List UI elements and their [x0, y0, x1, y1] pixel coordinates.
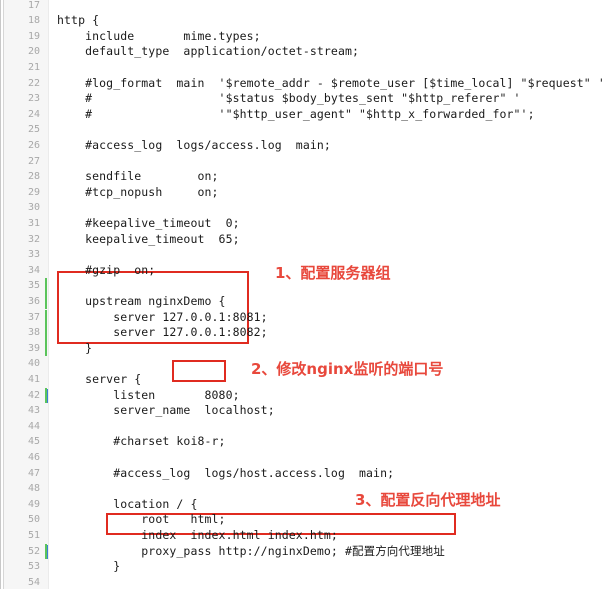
line-number: 54: [27, 576, 40, 588]
code-line[interactable]: include mime.types;: [57, 29, 261, 45]
text-caret: [47, 544, 48, 559]
code-line[interactable]: #keepalive_timeout 0;: [57, 216, 240, 232]
vcs-change-marker[interactable]: [45, 340, 47, 357]
code-line[interactable]: server {: [57, 372, 141, 388]
line-number: 27: [27, 155, 40, 167]
line-number: 36: [27, 295, 40, 307]
code-line[interactable]: }: [57, 559, 120, 575]
code-line[interactable]: location / {: [57, 497, 197, 513]
line-number: 46: [27, 451, 40, 463]
line-number: 43: [27, 405, 40, 417]
code-line[interactable]: keepalive_timeout 65;: [57, 232, 240, 248]
line-number: 39: [27, 342, 40, 354]
line-number: 42: [27, 389, 40, 401]
line-number: 24: [27, 108, 40, 120]
line-number: 49: [27, 498, 40, 510]
line-number: 22: [27, 77, 40, 89]
text-caret: [47, 388, 48, 403]
code-line[interactable]: }: [57, 341, 92, 357]
line-number: 37: [27, 311, 40, 323]
line-number: 48: [27, 483, 40, 495]
line-number: 29: [27, 186, 40, 198]
line-number: 18: [27, 15, 40, 27]
line-number: 52: [27, 545, 40, 557]
code-line[interactable]: #gzip on;: [57, 263, 155, 279]
code-line[interactable]: #log_format main '$remote_addr - $remote…: [57, 76, 605, 92]
annotation-label-2: 2、修改nginx监听的端口号: [251, 360, 444, 378]
line-number: 21: [27, 61, 40, 73]
line-number: 32: [27, 233, 40, 245]
line-number: 23: [27, 93, 40, 105]
line-number: 25: [27, 124, 40, 136]
code-line[interactable]: server_name localhost;: [57, 403, 275, 419]
line-number: 51: [27, 529, 40, 541]
code-line[interactable]: proxy_pass http://nginxDemo; #配置方向代理地址: [57, 544, 445, 560]
line-number: 50: [27, 514, 40, 526]
code-line[interactable]: server 127.0.0.1:8082;: [57, 325, 268, 341]
line-number: 28: [27, 171, 40, 183]
code-line[interactable]: # '"$http_user_agent" "$http_x_forwarded…: [57, 107, 535, 123]
vcs-change-marker[interactable]: [45, 325, 47, 341]
code-line[interactable]: upstream nginxDemo {: [57, 294, 226, 310]
line-number: 45: [27, 436, 40, 448]
vcs-change-marker[interactable]: [45, 278, 47, 294]
line-number: 34: [27, 264, 40, 276]
line-number: 53: [27, 561, 40, 573]
line-number: 40: [27, 358, 40, 370]
code-line[interactable]: root html;: [57, 512, 226, 528]
code-line[interactable]: index index.html index.htm;: [57, 528, 338, 544]
line-number: 33: [27, 249, 40, 261]
code-line[interactable]: sendfile on;: [57, 169, 219, 185]
line-number: 17: [27, 0, 40, 11]
code-editor-screenshot: 1、配置服务器组 2、修改nginx监听的端口号 3、配置反向代理地址 17 18 ht…: [0, 0, 607, 589]
vcs-change-marker[interactable]: [45, 309, 47, 326]
code-line[interactable]: #tcp_nopush on;: [57, 185, 219, 201]
line-number: 47: [27, 467, 40, 479]
line-number: 31: [27, 217, 40, 229]
code-line[interactable]: #access_log logs/host.access.log main;: [57, 466, 394, 482]
line-number: 20: [27, 46, 40, 58]
annotation-label-3: 3、配置反向代理地址: [355, 491, 501, 509]
line-number: 26: [27, 139, 40, 151]
code-line[interactable]: #access_log logs/access.log main;: [57, 138, 331, 154]
line-number: 19: [27, 30, 40, 42]
code-line[interactable]: default_type application/octet-stream;: [57, 44, 359, 60]
code-line[interactable]: # '$status $body_bytes_sent "$http_refer…: [57, 91, 521, 107]
code-line[interactable]: server 127.0.0.1:8081;: [57, 310, 268, 326]
code-line[interactable]: listen 8080;: [57, 388, 240, 404]
line-number: 44: [27, 420, 40, 432]
line-number: 38: [27, 327, 40, 339]
line-number: 35: [27, 280, 40, 292]
line-number: 30: [27, 202, 40, 214]
annotation-label-1: 1、配置服务器组: [275, 264, 391, 282]
line-number: 41: [27, 373, 40, 385]
code-line[interactable]: #charset koi8-r;: [57, 434, 226, 450]
vcs-change-marker[interactable]: [45, 293, 47, 310]
code-line[interactable]: http {: [57, 13, 99, 29]
